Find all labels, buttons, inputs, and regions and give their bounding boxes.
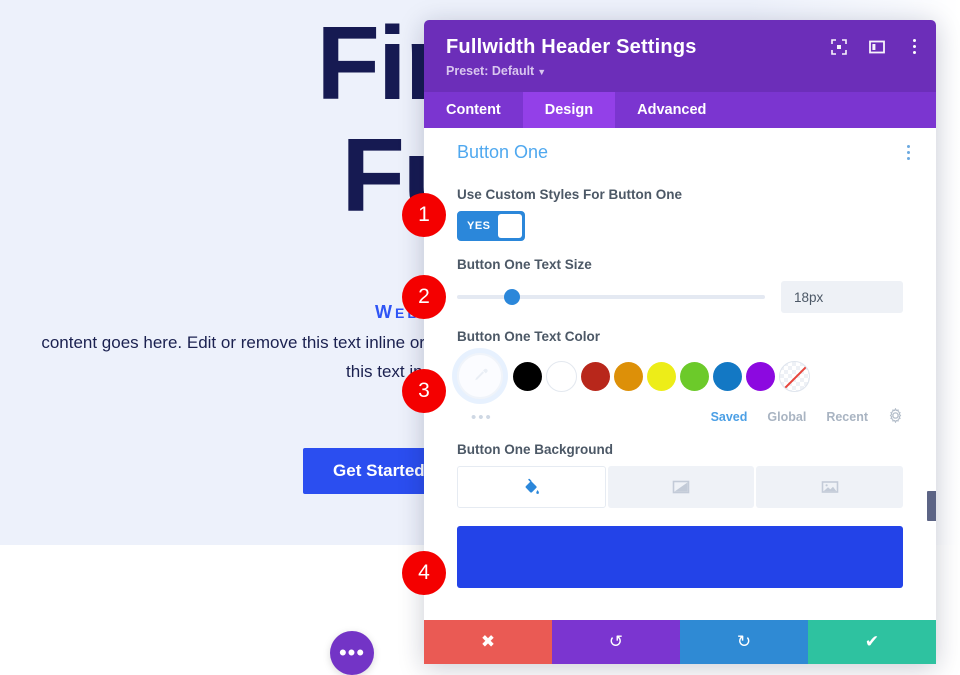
chevron-down-icon: ▼ (537, 67, 547, 77)
save-button[interactable]: ✔ (808, 620, 936, 664)
bg-color-tab[interactable] (457, 466, 606, 508)
eyedropper-icon[interactable] (457, 353, 503, 399)
swatch-none[interactable] (779, 360, 810, 392)
swatch-black[interactable] (513, 361, 542, 391)
cancel-button[interactable]: ✖ (424, 620, 552, 664)
swatch-white[interactable] (546, 360, 577, 392)
gear-icon[interactable] (888, 407, 903, 426)
bg-image-tab[interactable] (756, 466, 904, 508)
field-text-size: Button One Text Size 18px (424, 257, 936, 313)
layout-columns-icon[interactable] (869, 39, 885, 55)
toggle-value: YES (467, 220, 491, 232)
color-tab-global[interactable]: Global (767, 410, 806, 424)
swatch-orange[interactable] (614, 361, 643, 391)
more-colors-icon[interactable]: ••• (457, 410, 493, 425)
kebab-menu-icon[interactable] (907, 37, 922, 56)
field-text-color: Button One Text Color ••• Saved Global R… (424, 329, 936, 426)
panel-scrollbar-thumb[interactable] (927, 491, 936, 521)
swatch-green[interactable] (680, 361, 709, 391)
swatch-blue[interactable] (713, 361, 742, 391)
callout-4: 4 (402, 551, 446, 595)
modal-tabs: Content Design Advanced (424, 92, 936, 128)
section-button-one: Button One (424, 128, 936, 171)
callout-1: 1 (402, 193, 446, 237)
preset-selector[interactable]: Preset: Default ▼ (446, 64, 916, 78)
fullwidth-header-settings-modal: Fullwidth Header Settings Preset: Defaul… (424, 20, 936, 664)
swatch-red[interactable] (581, 361, 610, 391)
color-tab-saved[interactable]: Saved (711, 410, 748, 424)
text-size-label: Button One Text Size (457, 257, 592, 272)
field-background: Button One Background (424, 442, 936, 588)
modal-footer: ✖ ↺ ↻ ✔ (424, 620, 936, 664)
custom-styles-toggle[interactable]: YES (457, 211, 525, 241)
custom-styles-label: Use Custom Styles For Button One (457, 187, 683, 202)
undo-button[interactable]: ↺ (552, 620, 680, 664)
color-tab-recent[interactable]: Recent (826, 410, 868, 424)
toggle-knob (497, 214, 522, 238)
text-size-slider[interactable] (457, 289, 765, 305)
focus-target-icon[interactable] (831, 38, 847, 55)
design-panel: Button One Use Custom Styles For Button … (424, 128, 936, 620)
background-type-tabs (457, 466, 904, 508)
text-size-value[interactable]: 18px (781, 281, 903, 313)
modal-header: Fullwidth Header Settings Preset: Defaul… (424, 20, 936, 92)
tab-advanced[interactable]: Advanced (615, 92, 728, 128)
swatch-purple[interactable] (746, 361, 775, 391)
hero-kicker-cap: W (375, 302, 396, 322)
text-color-swatches (457, 353, 903, 399)
text-color-label: Button One Text Color (457, 329, 600, 344)
text-size-slider-knob[interactable] (504, 289, 521, 305)
callout-2: 2 (402, 275, 446, 319)
section-title[interactable]: Button One (457, 142, 548, 163)
swatch-yellow[interactable] (647, 361, 676, 391)
section-kebab-menu-icon[interactable] (901, 143, 916, 162)
bg-gradient-tab[interactable] (607, 466, 755, 508)
color-meta-row: ••• Saved Global Recent (457, 407, 903, 426)
field-custom-styles: Use Custom Styles For Button One YES (424, 187, 936, 241)
background-color-preview[interactable] (457, 526, 903, 588)
modal-header-actions (831, 37, 922, 56)
background-label: Button One Background (457, 442, 613, 457)
floating-action-button[interactable]: ••• (330, 631, 374, 675)
redo-button[interactable]: ↻ (680, 620, 808, 664)
tab-content[interactable]: Content (424, 92, 523, 128)
callout-3: 3 (402, 369, 446, 413)
tab-design[interactable]: Design (522, 92, 616, 128)
preset-label: Preset: Default (446, 64, 535, 78)
